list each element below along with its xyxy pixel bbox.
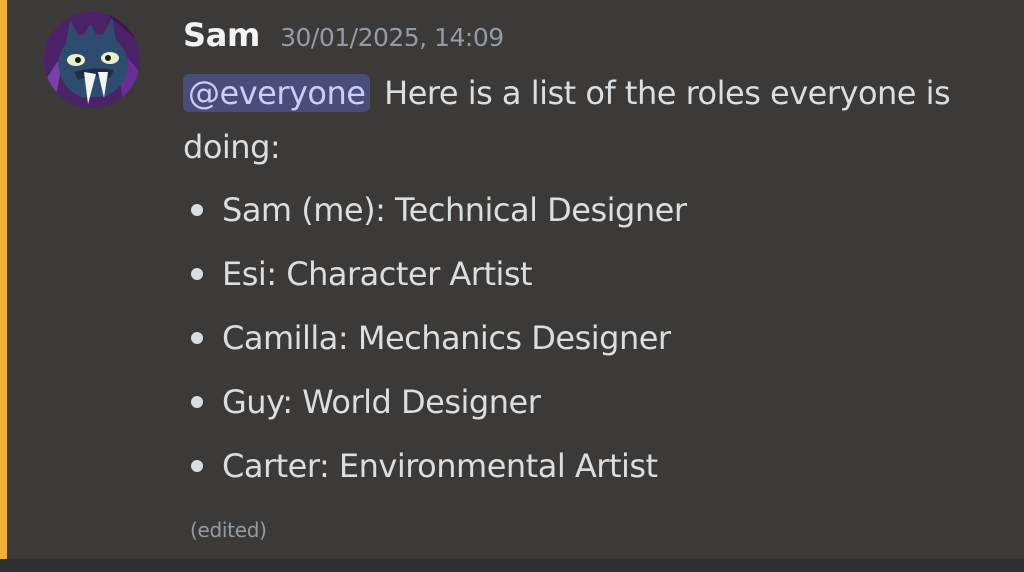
mention-highlight-bar <box>0 0 7 559</box>
role-text: Sam (me): Technical Designer <box>222 191 687 229</box>
roles-list: Sam (me): Technical Designer Esi: Charac… <box>183 178 687 498</box>
bullet-icon <box>191 204 203 216</box>
role-text: Carter: Environmental Artist <box>222 447 658 485</box>
list-item: Carter: Environmental Artist <box>183 434 686 498</box>
list-item: Esi: Character Artist <box>183 242 686 306</box>
monster-avatar-icon <box>44 12 140 108</box>
chat-message: Sam 30/01/2025, 14:09 @everyone Here is … <box>0 0 1024 559</box>
message-timestamp[interactable]: 30/01/2025, 14:09 <box>280 23 504 52</box>
bullet-icon <box>191 332 203 344</box>
bullet-icon <box>191 396 203 408</box>
list-item: Guy: World Designer <box>183 370 686 434</box>
everyone-mention[interactable]: @everyone <box>183 74 371 112</box>
bullet-icon <box>191 268 203 280</box>
role-text: Camilla: Mechanics Designer <box>222 319 671 357</box>
role-text: Guy: World Designer <box>222 383 541 421</box>
message-header: Sam 30/01/2025, 14:09 <box>183 16 504 60</box>
list-item: Sam (me): Technical Designer <box>183 178 687 242</box>
user-avatar[interactable] <box>44 12 140 108</box>
author-username[interactable]: Sam <box>183 16 260 54</box>
role-text: Esi: Character Artist <box>222 255 533 293</box>
message-content: @everyone Here is a list of the roles ev… <box>183 66 983 174</box>
bottom-divider <box>0 559 1024 572</box>
list-item: Camilla: Mechanics Designer <box>183 306 686 370</box>
bullet-icon <box>191 460 203 472</box>
edited-label: (edited) <box>190 518 267 542</box>
